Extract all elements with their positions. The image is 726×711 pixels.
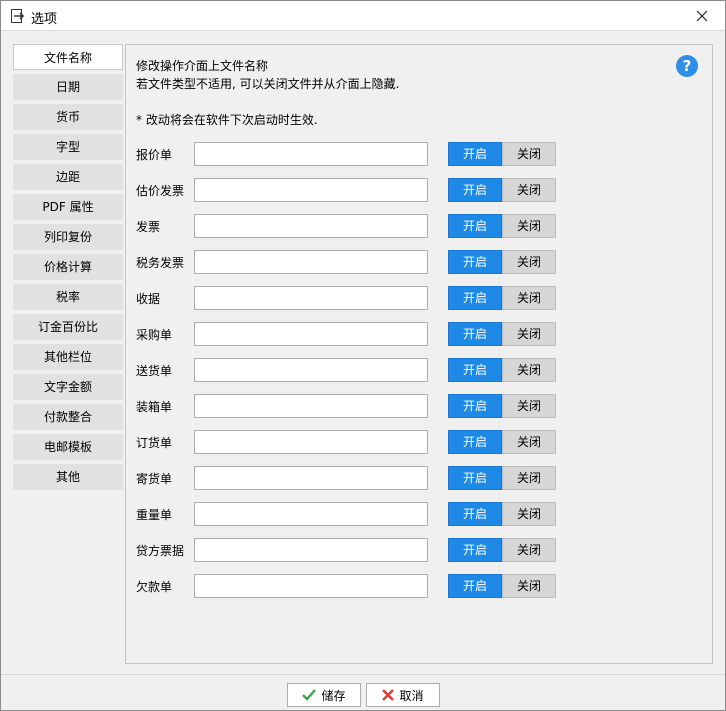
disable-button[interactable]: 关闭: [502, 466, 556, 490]
doc-name-input[interactable]: [194, 502, 428, 526]
disable-button[interactable]: 关闭: [502, 250, 556, 274]
enable-button[interactable]: 开启: [448, 286, 502, 310]
doc-row-receipt: 收据 开启 关闭: [136, 286, 566, 310]
doc-row-purchase-order: 采购单 开启 关闭: [136, 322, 566, 346]
doc-row-debit-note: 欠款单 开启 关闭: [136, 574, 566, 598]
sidebar-item-file-names[interactable]: 文件名称: [13, 44, 123, 70]
enable-button[interactable]: 开启: [448, 502, 502, 526]
row-label: 寄货单: [136, 472, 173, 486]
checkmark-icon: [302, 689, 317, 701]
row-label: 税务发票: [136, 256, 185, 270]
save-label: 储存: [321, 688, 346, 703]
enable-button[interactable]: 开启: [448, 214, 502, 238]
disable-button[interactable]: 关闭: [502, 394, 556, 418]
doc-row-invoice: 发票 开启 关闭: [136, 214, 566, 238]
sidebar: 文件名称 日期 货币 字型 边距 PDF 属性 列印复份 价格计算 税率 订金百…: [13, 44, 125, 494]
enable-button[interactable]: 开启: [448, 574, 502, 598]
description-line-2: 若文件类型不适用, 可以关闭文件并从介面上隐藏.: [136, 77, 400, 91]
doc-name-input[interactable]: [194, 214, 428, 238]
description-line-1: 修改操作介面上文件名称: [136, 59, 269, 73]
help-icon[interactable]: ?: [676, 55, 698, 77]
close-button[interactable]: [679, 1, 725, 31]
settings-panel: 修改操作介面上文件名称 若文件类型不适用, 可以关闭文件并从介面上隐藏. * 改…: [125, 44, 713, 664]
sidebar-item-email-templates[interactable]: 电邮模板: [13, 434, 123, 460]
doc-row-consignment-note: 寄货单 开启 关闭: [136, 466, 566, 490]
doc-name-input[interactable]: [194, 538, 428, 562]
disable-button[interactable]: 关闭: [502, 538, 556, 562]
cancel-label: 取消: [399, 688, 424, 703]
row-label: 收据: [136, 292, 161, 306]
disable-button[interactable]: 关闭: [502, 178, 556, 202]
doc-name-input[interactable]: [194, 466, 428, 490]
row-label: 报价单: [136, 148, 173, 162]
sidebar-item-currency[interactable]: 货币: [13, 104, 123, 130]
doc-name-input[interactable]: [194, 322, 428, 346]
close-icon: [696, 10, 708, 22]
sidebar-item-price-calculation[interactable]: 价格计算: [13, 254, 123, 280]
disable-button[interactable]: 关闭: [502, 358, 556, 382]
sidebar-item-other-fields[interactable]: 其他栏位: [13, 344, 123, 370]
sidebar-item-tax-rate[interactable]: 税率: [13, 284, 123, 310]
doc-row-quotation: 报价单 开启 关闭: [136, 142, 566, 166]
row-label: 重量单: [136, 508, 173, 522]
doc-name-input[interactable]: [194, 178, 428, 202]
sidebar-item-print-copies[interactable]: 列印复份: [13, 224, 123, 250]
enable-button[interactable]: 开启: [448, 322, 502, 346]
disable-button[interactable]: 关闭: [502, 502, 556, 526]
app-icon: [11, 9, 25, 23]
doc-row-tax-invoice: 税务发票 开启 关闭: [136, 250, 566, 274]
disable-button[interactable]: 关闭: [502, 142, 556, 166]
row-label: 欠款单: [136, 580, 173, 594]
enable-button[interactable]: 开启: [448, 142, 502, 166]
doc-row-delivery-note: 送货单 开启 关闭: [136, 358, 566, 382]
enable-button[interactable]: 开启: [448, 430, 502, 454]
doc-name-input[interactable]: [194, 358, 428, 382]
sidebar-item-date[interactable]: 日期: [13, 74, 123, 100]
x-icon: [382, 689, 395, 701]
doc-name-input[interactable]: [194, 286, 428, 310]
disable-button[interactable]: 关闭: [502, 430, 556, 454]
restart-note: * 改动将会在软件下次启动时生效.: [136, 113, 318, 127]
row-label: 装箱单: [136, 400, 173, 414]
options-dialog: 选项 文件名称 日期 货币 字型 边距 PDF 属性 列印复份 价格计算 税率 …: [0, 0, 726, 711]
enable-button[interactable]: 开启: [448, 250, 502, 274]
cancel-button[interactable]: 取消: [366, 683, 440, 707]
doc-name-input[interactable]: [194, 574, 428, 598]
title-bar: 选项: [1, 1, 725, 31]
row-label: 估价发票: [136, 184, 185, 198]
sidebar-item-payment-integration[interactable]: 付款整合: [13, 404, 123, 430]
row-label: 采购单: [136, 328, 173, 342]
sidebar-item-other[interactable]: 其他: [13, 464, 123, 490]
enable-button[interactable]: 开启: [448, 358, 502, 382]
save-button[interactable]: 储存: [287, 683, 361, 707]
row-label: 贷方票据: [136, 544, 185, 558]
doc-row-credit-note: 贷方票据 开启 关闭: [136, 538, 566, 562]
sidebar-item-deposit-percentage[interactable]: 订金百份比: [13, 314, 123, 340]
row-label: 发票: [136, 220, 161, 234]
doc-row-sales-order: 订货单 开启 关闭: [136, 430, 566, 454]
sidebar-item-pdf-properties[interactable]: PDF 属性: [13, 194, 123, 220]
disable-button[interactable]: 关闭: [502, 286, 556, 310]
window-title: 选项: [31, 12, 58, 27]
sidebar-item-margins[interactable]: 边距: [13, 164, 123, 190]
doc-name-input[interactable]: [194, 394, 428, 418]
sidebar-item-amount-in-words[interactable]: 文字金额: [13, 374, 123, 400]
doc-name-input[interactable]: [194, 250, 428, 274]
row-label: 送货单: [136, 364, 173, 378]
disable-button[interactable]: 关闭: [502, 574, 556, 598]
doc-row-packing-list: 装箱单 开启 关闭: [136, 394, 566, 418]
enable-button[interactable]: 开启: [448, 466, 502, 490]
dialog-footer: 储存 取消: [1, 674, 725, 710]
enable-button[interactable]: 开启: [448, 394, 502, 418]
doc-row-proforma-invoice: 估价发票 开启 关闭: [136, 178, 566, 202]
sidebar-item-font[interactable]: 字型: [13, 134, 123, 160]
disable-button[interactable]: 关闭: [502, 214, 556, 238]
row-label: 订货单: [136, 436, 173, 450]
doc-name-input[interactable]: [194, 430, 428, 454]
doc-row-weight-list: 重量单 开启 关闭: [136, 502, 566, 526]
doc-name-input[interactable]: [194, 142, 428, 166]
disable-button[interactable]: 关闭: [502, 322, 556, 346]
enable-button[interactable]: 开启: [448, 178, 502, 202]
enable-button[interactable]: 开启: [448, 538, 502, 562]
